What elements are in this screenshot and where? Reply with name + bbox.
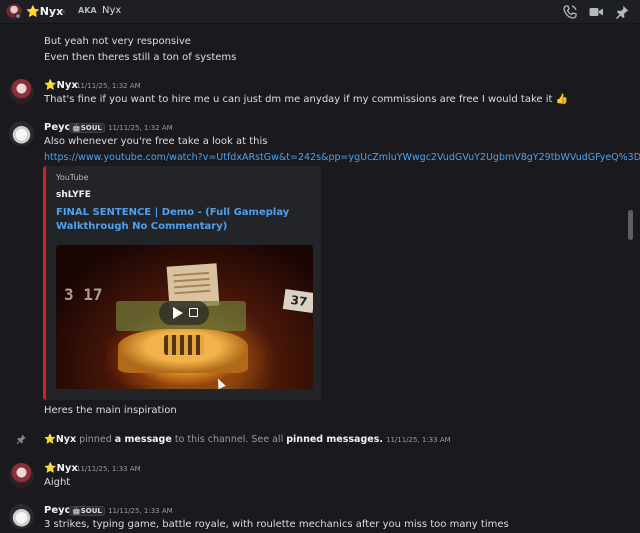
pinned-messages-link[interactable]: pinned messages.: [286, 434, 383, 445]
server-tag-badge[interactable]: 🤖SOUL: [69, 506, 105, 516]
message-line: But yeah not very responsive: [44, 36, 191, 47]
message-author[interactable]: Peyo: [44, 505, 72, 516]
system-pin-message: ⭐Nyx pinned a message to this channel. S…: [44, 434, 451, 445]
thumbnail-number-right: 37: [282, 289, 313, 313]
message-link[interactable]: https://www.youtube.com/watch?v=UtfdxARs…: [44, 152, 640, 163]
video-thumbnail[interactable]: 3 17 37: [56, 245, 313, 389]
channel-header: ⭐Nyx AKA Nyx: [0, 0, 640, 24]
message-timestamp: 11/11/25, 1:32 AM: [108, 124, 173, 132]
message-author[interactable]: Peyo: [44, 122, 72, 133]
youtube-embed: YouTube shLYFE FINAL SENTENCE | Demo - (…: [43, 166, 321, 400]
system-to-channel: to this channel. See all: [174, 434, 284, 445]
embed-title-link[interactable]: FINAL SENTENCE | Demo - (Full Gameplay W…: [56, 206, 316, 234]
play-button[interactable]: [159, 301, 209, 325]
dm-username[interactable]: ⭐Nyx: [26, 5, 63, 18]
system-actor[interactable]: ⭐Nyx: [44, 434, 76, 445]
avatar[interactable]: [9, 121, 34, 146]
status-indicator: [15, 13, 21, 19]
thumbnail-keyboard: [164, 335, 204, 355]
pin-icon: [16, 434, 26, 445]
system-pinned-text: pinned: [79, 434, 112, 445]
message-author[interactable]: ⭐Nyx: [44, 80, 78, 91]
avatar[interactable]: [9, 79, 34, 104]
phone-icon[interactable]: [562, 4, 578, 20]
message-content: Heres the main inspiration: [44, 405, 177, 416]
server-tag-badge[interactable]: 🤖SOUL: [69, 123, 105, 133]
pinned-message-link[interactable]: a message: [115, 434, 172, 445]
message-line: Even then theres still a ton of systems: [44, 52, 237, 63]
video-icon[interactable]: [588, 4, 604, 20]
embed-author[interactable]: shLYFE: [56, 190, 91, 200]
avatar[interactable]: [9, 463, 34, 488]
message-timestamp: 11/11/25, 1:33 AM: [385, 436, 451, 444]
message-timestamp: 11/11/25, 1:32 AM: [76, 82, 141, 90]
embed-provider: YouTube: [56, 173, 89, 182]
message-content: 3 strikes, typing game, battle royale, w…: [44, 519, 509, 530]
message-author[interactable]: ⭐Nyx: [44, 463, 78, 474]
separator-dot: [62, 10, 65, 13]
message-content: Aight: [44, 477, 71, 488]
message-timestamp: 11/11/25, 1:33 AM: [108, 507, 173, 515]
avatar[interactable]: [9, 504, 34, 529]
message-content: That's fine if you want to hire me u can…: [44, 94, 569, 105]
thumbnail-number-left: 3 17: [64, 285, 103, 304]
open-external-icon: [189, 308, 198, 317]
message-timestamp: 11/11/25, 1:33 AM: [76, 465, 141, 473]
play-icon: [173, 307, 183, 319]
aka-label: AKA: [78, 6, 97, 15]
pin-icon[interactable]: [614, 4, 630, 20]
message-content: Also whenever you're free take a look at…: [44, 136, 268, 147]
scrollbar-thumb[interactable]: [628, 210, 633, 240]
aka-name: Nyx: [102, 5, 122, 16]
